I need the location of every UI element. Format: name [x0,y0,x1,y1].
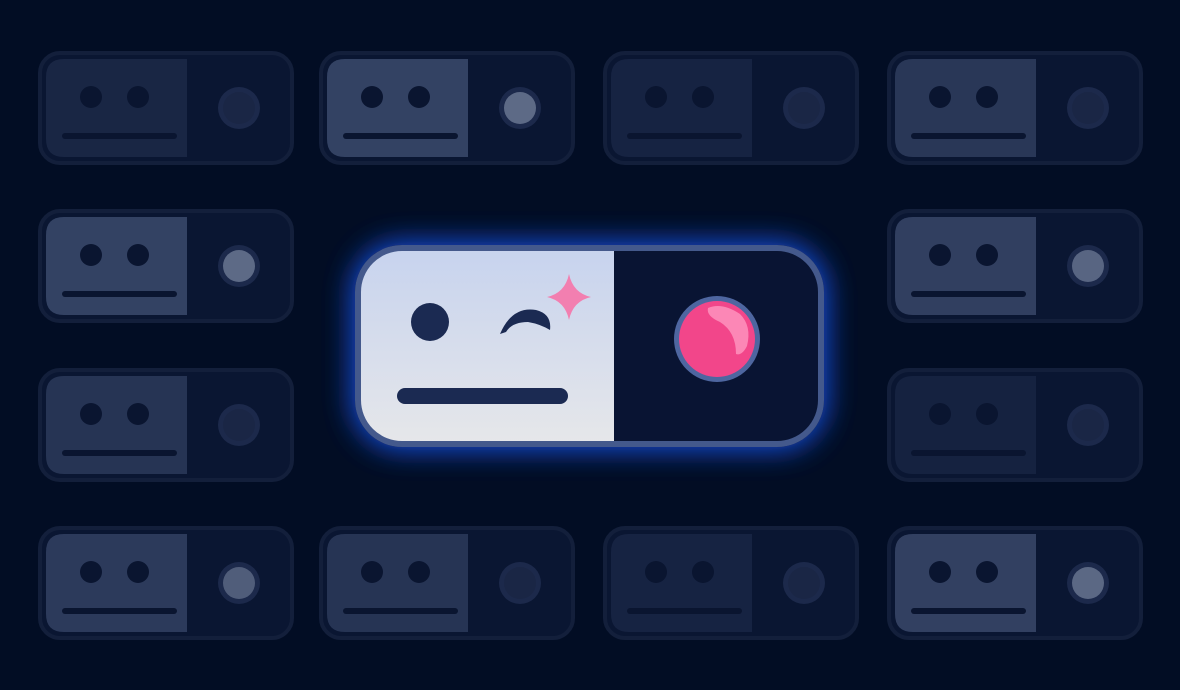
tile-face-panel [327,534,468,632]
toggle-knob-icon [499,87,541,129]
background-toggle-r4c2 [319,526,575,640]
tile-face-panel [327,59,468,157]
background-toggle-r3c4 [887,368,1143,482]
tile-face-panel [46,534,187,632]
tile-face-panel [46,217,187,315]
toggle-knob-icon [783,562,825,604]
toggle-knob-icon [499,562,541,604]
hero-face-panel [358,248,614,444]
hero-toggle-switch[interactable] [352,242,827,450]
tile-face-panel [895,59,1036,157]
background-toggle-r4c1 [38,526,294,640]
background-toggle-r2c4 [887,209,1143,323]
tile-face-panel [895,534,1036,632]
toggle-knob-icon [218,404,260,446]
tile-face-panel [46,376,187,474]
background-toggle-r3c1 [38,368,294,482]
tile-face-panel [895,217,1036,315]
tile-face-panel [611,534,752,632]
toggle-knob-icon [1067,87,1109,129]
background-toggle-r4c3 [603,526,859,640]
background-toggle-r1c2 [319,51,575,165]
toggle-knob-icon [1067,404,1109,446]
tile-face-panel [611,59,752,157]
background-toggle-r4c4 [887,526,1143,640]
background-toggle-r2c1 [38,209,294,323]
background-toggle-r1c4 [887,51,1143,165]
tile-face-panel [46,59,187,157]
background-toggle-r1c3 [603,51,859,165]
toggle-knob-icon [218,245,260,287]
toggle-knob-icon[interactable] [674,296,760,382]
toggle-knob-icon [218,87,260,129]
toggle-knob-icon [783,87,825,129]
background-toggle-r1c1 [38,51,294,165]
toggle-knob-icon [1067,562,1109,604]
tile-face-panel [895,376,1036,474]
toggle-illustration [38,51,1143,640]
toggle-knob-icon [1067,245,1109,287]
toggle-knob-icon [218,562,260,604]
